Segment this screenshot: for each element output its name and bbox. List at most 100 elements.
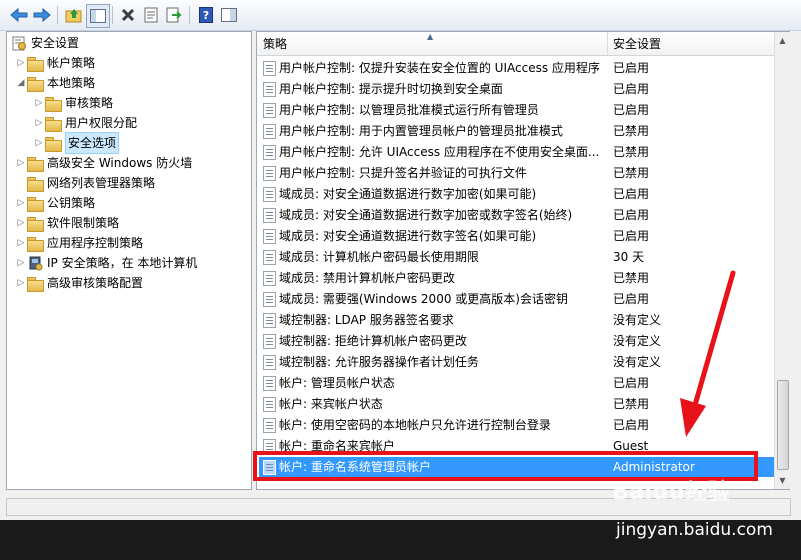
table-row[interactable]: 域成员: 禁用计算机帐户密码更改 已禁用 <box>259 268 774 288</box>
security-setting-cell: 已禁用 <box>613 271 650 285</box>
policy-name-cell: 域成员: 禁用计算机帐户密码更改 <box>279 271 455 285</box>
table-row[interactable]: 域成员: 对安全通道数据进行数字加密或数字签名(始终) 已启用 <box>259 205 774 225</box>
toolbar-separator <box>189 6 190 24</box>
tree-item-firewall[interactable]: ▷ 高级安全 Windows 防火墙 <box>15 153 192 173</box>
vertical-scrollbar[interactable]: ▲ ▼ <box>774 32 790 489</box>
tree-item-ip-security[interactable]: ▷ IP 安全策略，在 本地计算机 <box>15 253 197 273</box>
delete-icon[interactable] <box>117 4 139 26</box>
tree-item-label: 帐户策略 <box>47 56 96 70</box>
tree-item-user-rights[interactable]: ▷ 用户权限分配 <box>33 113 137 133</box>
scroll-down-icon[interactable]: ▼ <box>775 472 790 489</box>
security-setting-cell: 已启用 <box>613 61 650 75</box>
security-setting-cell: 已启用 <box>613 103 650 117</box>
folder-icon <box>27 56 44 72</box>
tree-item-audit-policy[interactable]: ▷ 审核策略 <box>33 93 113 113</box>
policy-name-cell: 域控制器: LDAP 服务器签名要求 <box>279 313 454 327</box>
policy-name-cell: 用户帐户控制: 仅提升安装在安全位置的 UIAccess 应用程序 <box>279 61 600 75</box>
help-icon[interactable]: ? <box>195 4 217 26</box>
security-setting-cell: 30 天 <box>613 250 645 264</box>
table-row[interactable]: 域成员: 需要强(Windows 2000 或更高版本)会话密钥 已启用 <box>259 289 774 309</box>
up-folder-icon[interactable] <box>63 4 85 26</box>
security-settings-icon <box>11 35 27 51</box>
tree-root[interactable]: 安全设置 <box>11 33 79 53</box>
folder-icon <box>27 196 44 212</box>
security-setting-cell: 没有定义 <box>613 334 662 348</box>
tree-item-label: 网络列表管理器策略 <box>47 176 156 190</box>
list-header: 策略 ▲ 安全设置 <box>257 32 774 56</box>
policy-document-icon <box>263 313 276 328</box>
expand-arrow-icon[interactable]: ▷ <box>15 198 27 208</box>
expand-arrow-icon[interactable]: ▷ <box>33 118 45 128</box>
policy-name-cell: 帐户: 来宾帐户状态 <box>279 397 383 411</box>
tree-item-label: 高级安全 Windows 防火墙 <box>47 156 193 170</box>
scroll-thumb[interactable] <box>777 380 789 470</box>
expand-arrow-icon[interactable]: ▷ <box>33 138 45 148</box>
table-row[interactable]: 用户帐户控制: 只提升签名并验证的可执行文件 已禁用 <box>259 163 774 183</box>
back-icon[interactable] <box>8 4 30 26</box>
tree-item-account-policies[interactable]: ▷ 帐户策略 <box>15 53 95 73</box>
table-row[interactable]: 域控制器: 允许服务器操作者计划任务 没有定义 <box>259 352 774 372</box>
tree-item-label: 软件限制策略 <box>47 216 120 230</box>
policy-name-cell: 域成员: 对安全通道数据进行数字签名(如果可能) <box>279 229 537 243</box>
tree-item-label: IP 安全策略，在 本地计算机 <box>47 256 198 270</box>
expand-arrow-icon[interactable]: ▷ <box>15 58 27 68</box>
tree-item-label: 公钥策略 <box>47 196 96 210</box>
policy-name-cell: 用户帐户控制: 用于内置管理员帐户的管理员批准模式 <box>279 124 563 138</box>
column-header-setting[interactable]: 安全设置 <box>607 32 773 55</box>
properties-icon[interactable] <box>140 4 162 26</box>
table-row[interactable]: 用户帐户控制: 用于内置管理员帐户的管理员批准模式 已禁用 <box>259 121 774 141</box>
sort-ascending-icon: ▲ <box>427 32 434 41</box>
expand-arrow-icon[interactable]: ▷ <box>15 258 27 268</box>
table-row[interactable]: 域控制器: 拒绝计算机帐户密码更改 没有定义 <box>259 331 774 351</box>
tree-item-security-options[interactable]: ▷ 安全选项 <box>33 132 120 154</box>
table-row[interactable]: 帐户: 管理员帐户状态 已启用 <box>259 373 774 393</box>
toolbar-separator <box>57 6 58 24</box>
scroll-up-icon[interactable]: ▲ <box>775 32 790 49</box>
expand-arrow-icon[interactable]: ▷ <box>15 158 27 168</box>
policy-document-icon <box>263 292 276 307</box>
toolbar-separator <box>112 6 113 24</box>
table-row[interactable]: 域成员: 对安全通道数据进行数字签名(如果可能) 已启用 <box>259 226 774 246</box>
tree-item-label: 应用程序控制策略 <box>47 236 144 250</box>
table-row[interactable]: 域成员: 计算机帐户密码最长使用期限 30 天 <box>259 247 774 267</box>
tree-item-label: 本地策略 <box>47 76 96 90</box>
folder-lock-icon <box>45 136 62 152</box>
table-row[interactable]: 用户帐户控制: 以管理员批准模式运行所有管理员 已启用 <box>259 100 774 120</box>
security-setting-cell: 已启用 <box>613 82 650 96</box>
tree-item-software-restriction[interactable]: ▷ 软件限制策略 <box>15 213 119 233</box>
tree-item-app-control[interactable]: ▷ 应用程序控制策略 <box>15 233 143 253</box>
table-row[interactable]: 域成员: 对安全通道数据进行数字加密(如果可能) 已启用 <box>259 184 774 204</box>
forward-icon[interactable] <box>31 4 53 26</box>
tree-item-local-policies[interactable]: ◢ 本地策略 <box>15 73 95 93</box>
expand-arrow-icon[interactable]: ▷ <box>15 278 27 288</box>
table-row[interactable]: 域控制器: LDAP 服务器签名要求 没有定义 <box>259 310 774 330</box>
table-row[interactable]: 帐户: 来宾帐户状态 已禁用 <box>259 394 774 414</box>
show-tree-icon[interactable] <box>86 4 110 28</box>
policy-list-pane: 策略 ▲ 安全设置 用户帐户控制: 仅提升安装在安全位置的 UIAccess 应… <box>256 31 790 490</box>
policy-name-cell: 域成员: 需要强(Windows 2000 或更高版本)会话密钥 <box>279 292 568 306</box>
policy-name-cell: 域成员: 对安全通道数据进行数字加密(如果可能) <box>279 187 537 201</box>
expand-arrow-icon[interactable]: ▷ <box>33 98 45 108</box>
policy-document-icon <box>263 187 276 202</box>
tree-item-public-key[interactable]: ▷ 公钥策略 <box>15 193 95 213</box>
table-row[interactable]: 用户帐户控制: 允许 UIAccess 应用程序在不使用安全桌面... 已禁用 <box>259 142 774 162</box>
expand-arrow-icon[interactable]: ▷ <box>15 238 27 248</box>
watermark-logo: Baidu经验 <box>612 480 731 505</box>
export-icon[interactable] <box>163 4 185 26</box>
tree-item-network-list[interactable]: 网络列表管理器策略 <box>15 173 155 193</box>
tree-item-advanced-audit[interactable]: ▷ 高级审核策略配置 <box>15 273 143 293</box>
policy-name-cell: 帐户: 管理员帐户状态 <box>279 376 395 390</box>
table-row[interactable]: 用户帐户控制: 提示提升时切换到安全桌面 已启用 <box>259 79 774 99</box>
policy-document-icon <box>263 82 276 97</box>
policy-document-icon <box>263 103 276 118</box>
policy-name-cell: 域控制器: 拒绝计算机帐户密码更改 <box>279 334 467 348</box>
collapse-arrow-icon[interactable]: ◢ <box>15 78 27 88</box>
folder-icon <box>27 216 44 232</box>
policy-document-icon <box>263 229 276 244</box>
expand-arrow-icon[interactable]: ▷ <box>15 218 27 228</box>
show-hide-icon[interactable] <box>218 4 240 26</box>
table-row[interactable]: 用户帐户控制: 仅提升安装在安全位置的 UIAccess 应用程序 已启用 <box>259 58 774 78</box>
table-row[interactable]: 帐户: 使用空密码的本地帐户只允许进行控制台登录 已启用 <box>259 415 774 435</box>
folder-icon <box>27 276 44 292</box>
folder-lock-icon <box>45 116 62 132</box>
